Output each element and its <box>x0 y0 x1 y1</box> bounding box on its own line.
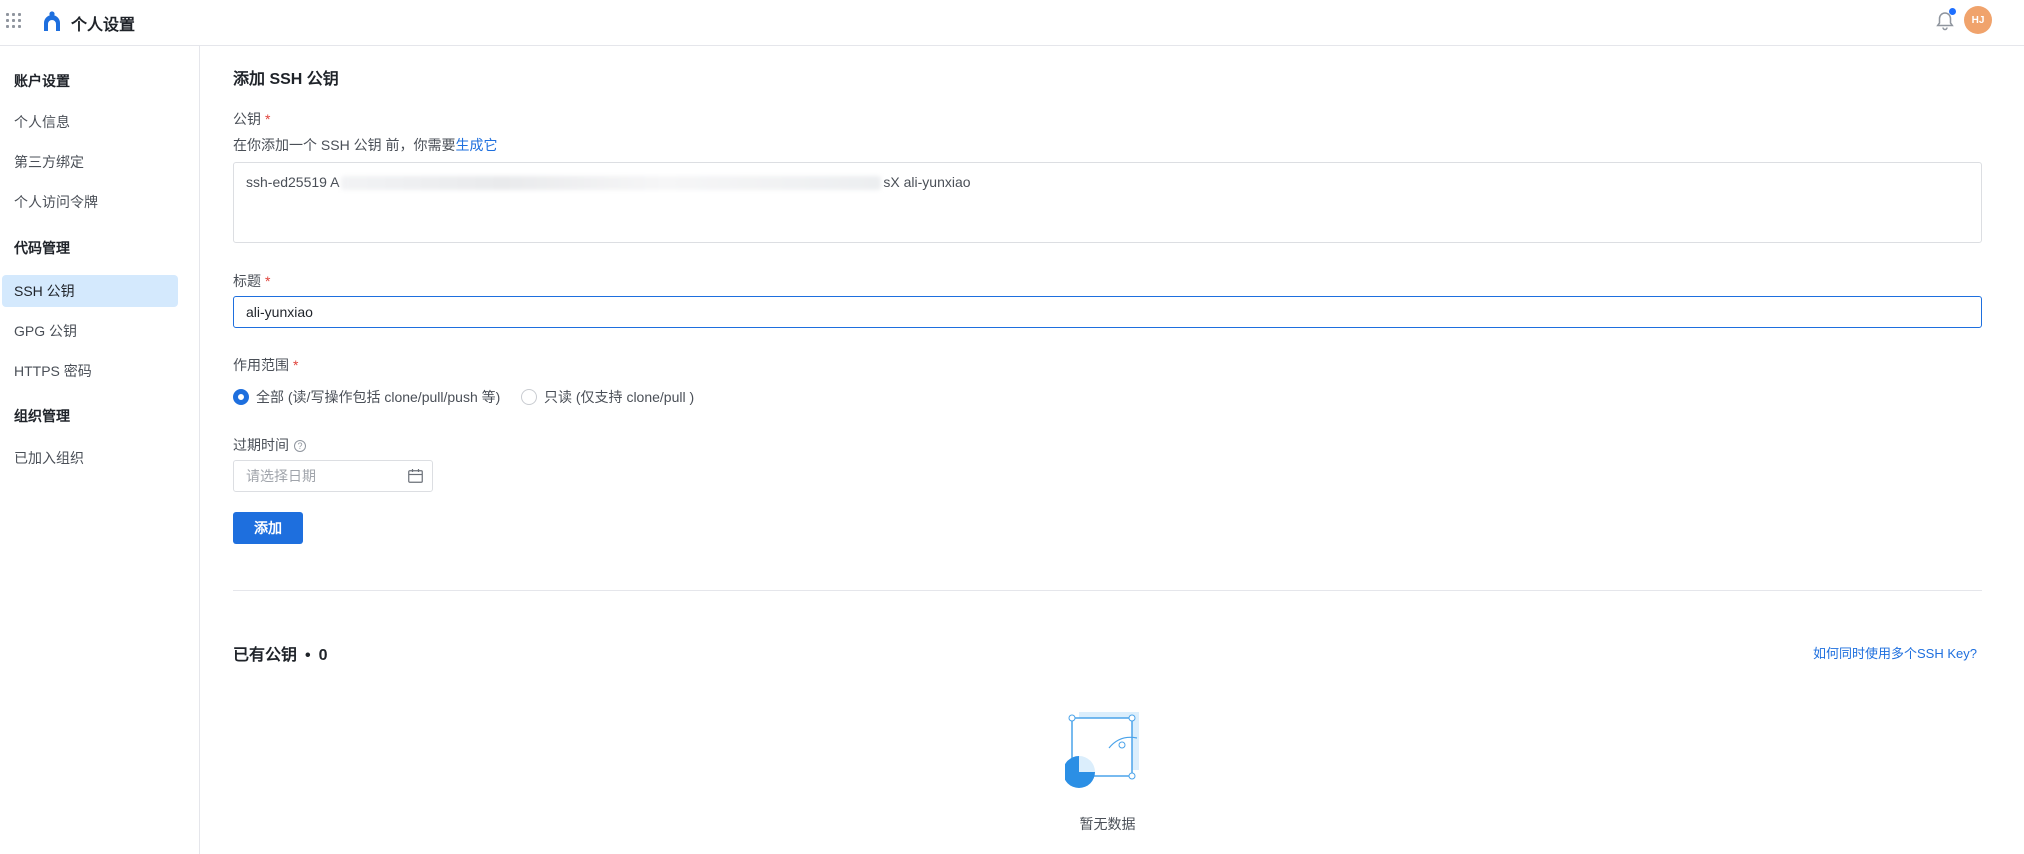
section-divider <box>233 590 1982 591</box>
logo-icon[interactable] <box>40 9 64 33</box>
empty-state-text: 暂无数据 <box>1079 816 1136 832</box>
calendar-icon <box>408 469 423 483</box>
scope-radio-full[interactable]: 全部 (读/写操作包括 clone/pull/push 等) <box>233 387 500 407</box>
sidebar-group-code: 代码管理 <box>14 240 70 256</box>
sidebar-group-account: 账户设置 <box>14 73 70 89</box>
app-grid-icon[interactable] <box>6 13 22 29</box>
scope-label: 作用范围 * <box>233 357 299 373</box>
sidebar-item-third-party[interactable]: 第三方绑定 <box>2 146 178 178</box>
title-label: 标题 * <box>233 273 271 289</box>
avatar[interactable]: HJ <box>1964 6 1992 34</box>
radio-checked-icon <box>233 389 249 405</box>
settings-sidebar: 账户设置 个人信息 第三方绑定 个人访问令牌 代码管理 SSH 公钥 GPG 公… <box>0 46 200 854</box>
title-input[interactable]: ali-yunxiao <box>233 296 1982 328</box>
notification-dot <box>1949 8 1956 15</box>
radio-unchecked-icon <box>521 389 537 405</box>
sidebar-group-org: 组织管理 <box>14 408 70 424</box>
page-title: 个人设置 <box>71 17 136 34</box>
scope-radio-readonly[interactable]: 只读 (仅支持 clone/pull ) <box>521 387 694 407</box>
sidebar-item-access-token[interactable]: 个人访问令牌 <box>2 186 178 218</box>
main-content: 添加 SSH 公钥 公钥 * 在你添加一个 SSH 公钥 前，你需要生成它 ssh… <box>233 46 1983 854</box>
expire-date-picker[interactable]: 请选择日期 <box>233 460 433 492</box>
help-circle-icon[interactable]: ? <box>294 440 306 453</box>
top-header: 个人设置 HJ <box>0 0 2024 46</box>
empty-state-illustration <box>1065 712 1139 788</box>
multi-ssh-key-help-link[interactable]: 如何同时使用多个SSH Key? <box>1813 643 1977 662</box>
sidebar-item-ssh-key[interactable]: SSH 公钥 <box>2 275 178 307</box>
sidebar-item-profile[interactable]: 个人信息 <box>2 106 178 138</box>
section-title: 添加 SSH 公钥 <box>233 71 339 88</box>
public-key-textarea[interactable]: ssh-ed25519 AsX ali-yunxiao <box>233 162 1982 243</box>
existing-keys-title: 已有公钥 • 0 <box>233 647 328 664</box>
sidebar-item-gpg-key[interactable]: GPG 公钥 <box>2 315 178 347</box>
public-key-hint: 在你添加一个 SSH 公钥 前，你需要生成它 <box>233 137 498 153</box>
sidebar-item-joined-orgs[interactable]: 已加入组织 <box>2 442 178 474</box>
public-key-label: 公钥 * <box>233 111 271 127</box>
redacted-key-segment <box>341 176 882 191</box>
key-count: 0 <box>318 647 328 664</box>
expire-label: 过期时间? <box>233 435 306 455</box>
add-key-button[interactable]: 添加 <box>233 512 303 544</box>
generate-key-link[interactable]: 生成它 <box>455 137 497 153</box>
sidebar-item-https-password[interactable]: HTTPS 密码 <box>2 355 178 387</box>
